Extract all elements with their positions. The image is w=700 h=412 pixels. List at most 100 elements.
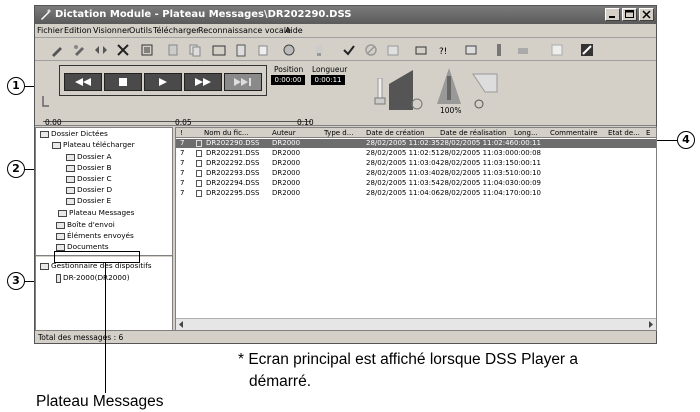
new-dictation-icon[interactable]: [49, 42, 65, 58]
menu-visionner[interactable]: Visionner: [93, 26, 130, 35]
sync-icon[interactable]: [463, 42, 479, 58]
list-row[interactable]: 7 DR202291.DSS DR2000 28/02/2005 11:02:5…: [176, 149, 656, 158]
tree-elements-envoyes[interactable]: Éléments envoyés: [56, 231, 134, 240]
list-row[interactable]: 7 DR202292.DSS DR2000 28/02/2005 11:03:0…: [176, 159, 656, 168]
send-icon[interactable]: [549, 42, 565, 58]
upload-icon[interactable]: [515, 42, 531, 58]
message-tray-icon: [58, 209, 67, 217]
tree-dossier-a[interactable]: Dossier A: [66, 152, 112, 161]
menu-edition[interactable]: Edition: [64, 26, 92, 35]
check-icon[interactable]: [341, 42, 357, 58]
properties-icon[interactable]: [139, 42, 155, 58]
tree-dossier-b[interactable]: Dossier B: [66, 163, 112, 172]
noise-cancel-icon[interactable]: [469, 70, 501, 110]
col-priority[interactable]: !: [180, 129, 183, 137]
cell-priority: 7: [180, 139, 185, 147]
horizontal-scrollbar[interactable]: [176, 318, 656, 330]
stop-button[interactable]: [104, 73, 142, 91]
tree-boite-envoi[interactable]: Boîte d'envoi: [56, 220, 115, 229]
volume-slider-icon[interactable]: [374, 78, 386, 108]
col-filename[interactable]: Nom du fic...: [204, 129, 249, 137]
col-type[interactable]: Type d...: [324, 129, 353, 137]
tree-label: Documents: [67, 242, 109, 251]
cancel-icon[interactable]: [363, 42, 379, 58]
cell-author: DR2000: [272, 149, 301, 157]
tree-plateau-messages[interactable]: Plateau Messages: [58, 208, 134, 217]
col-length[interactable]: Long...: [514, 129, 538, 137]
settings-icon[interactable]: [413, 42, 429, 58]
list-row[interactable]: 7 DR202294.DSS DR2000 28/02/2005 11:03:5…: [176, 179, 656, 188]
tree-label: Dossier B: [77, 163, 112, 172]
attach-icon[interactable]: [255, 42, 271, 58]
speed-label: 100%: [440, 106, 462, 115]
tree-plateau-telecharger[interactable]: Plateau télécharger: [52, 140, 135, 149]
menu-outils[interactable]: Outils: [129, 26, 152, 35]
open-folder-icon[interactable]: [211, 42, 227, 58]
list-header: ! Nom du fic... Auteur Type d... Date de…: [176, 128, 656, 138]
menu-reconnaissance-vocale[interactable]: Reconnaissance vocale: [198, 26, 291, 35]
col-completed[interactable]: Date de réalisation: [440, 129, 507, 137]
file-icon: [196, 180, 202, 187]
app-icon: [41, 9, 51, 20]
tree-label: Dossier Dictées: [51, 129, 108, 138]
tree-label: Plateau télécharger: [63, 140, 135, 149]
menu-telecharger[interactable]: Télécharger: [153, 26, 199, 35]
tree-dossier-c[interactable]: Dossier C: [66, 174, 112, 183]
status-text: Total des messages : 6: [38, 333, 124, 342]
file-icon: [196, 160, 202, 167]
tree-dossier-dictees[interactable]: Dossier Dictées: [40, 129, 108, 138]
rewind-button[interactable]: [64, 73, 102, 91]
caption-note-continued: démarré.: [249, 373, 312, 390]
archive-icon[interactable]: [385, 42, 401, 58]
cell-created: 28/02/2005 11:03:04: [366, 159, 441, 167]
col-author[interactable]: Auteur: [272, 129, 296, 137]
cell-length: 0:00:11: [514, 159, 541, 167]
author-icon[interactable]: [281, 42, 297, 58]
callout-4: 4: [677, 131, 695, 149]
volume-icon[interactable]: [387, 66, 427, 112]
list-row[interactable]: 7 DR202293.DSS DR2000 28/02/2005 11:03:4…: [176, 169, 656, 178]
menu-aide[interactable]: Aide: [285, 26, 303, 35]
recognize-icon[interactable]: [579, 42, 595, 58]
tree-device-dr2000[interactable]: DR-2000(DR2000): [56, 273, 130, 283]
edit-icon[interactable]: [71, 42, 87, 58]
cut-icon[interactable]: [165, 42, 181, 58]
playhead-icon[interactable]: [41, 96, 51, 110]
copy-icon[interactable]: [187, 42, 203, 58]
cell-author: DR2000: [272, 139, 301, 147]
tools-icon[interactable]: [311, 42, 327, 58]
cell-author: DR2000: [272, 189, 301, 197]
menu-fichier[interactable]: Fichier: [37, 26, 63, 35]
cell-priority: 7: [180, 179, 185, 187]
ruler-label-end: 0.10: [297, 118, 314, 127]
tree-dossier-d[interactable]: Dossier D: [66, 185, 112, 194]
maximize-button[interactable]: [622, 8, 637, 21]
tree-label: DR-2000(DR2000): [63, 273, 130, 282]
cell-length: 0:00:09: [514, 179, 541, 187]
delete-icon[interactable]: [115, 42, 131, 58]
col-extra[interactable]: E: [646, 129, 650, 137]
scroll-left-icon[interactable]: [178, 321, 185, 328]
list-row[interactable]: 7 DR202290.DSS DR2000 28/02/2005 11:02:3…: [176, 139, 656, 148]
list-row[interactable]: 7 DR202295.DSS DR2000 28/02/2005 11:04:0…: [176, 189, 656, 198]
end-button[interactable]: [224, 73, 262, 91]
scroll-right-icon[interactable]: [647, 321, 654, 328]
tree-dossier-e[interactable]: Dossier E: [66, 196, 111, 205]
col-comment[interactable]: Commentaire: [550, 129, 598, 137]
folder-icon: [66, 164, 75, 172]
col-created[interactable]: Date de création: [366, 129, 425, 137]
play-button[interactable]: [144, 73, 182, 91]
dictionary-icon[interactable]: ?!: [437, 42, 453, 58]
download-icon[interactable]: [491, 42, 507, 58]
svg-text:?!: ?!: [439, 47, 447, 57]
cell-completed: 28/02/2005 11:04:03: [440, 179, 515, 187]
minimize-button[interactable]: [605, 8, 620, 21]
tone-icon[interactable]: [435, 66, 463, 106]
col-status[interactable]: Etat de...: [608, 129, 640, 137]
paste-icon[interactable]: [233, 42, 249, 58]
file-icon: [196, 190, 202, 197]
insert-icon[interactable]: [93, 42, 109, 58]
close-button[interactable]: [639, 8, 654, 21]
fast-forward-button[interactable]: [184, 73, 222, 91]
tree-documents[interactable]: Documents: [56, 242, 109, 251]
